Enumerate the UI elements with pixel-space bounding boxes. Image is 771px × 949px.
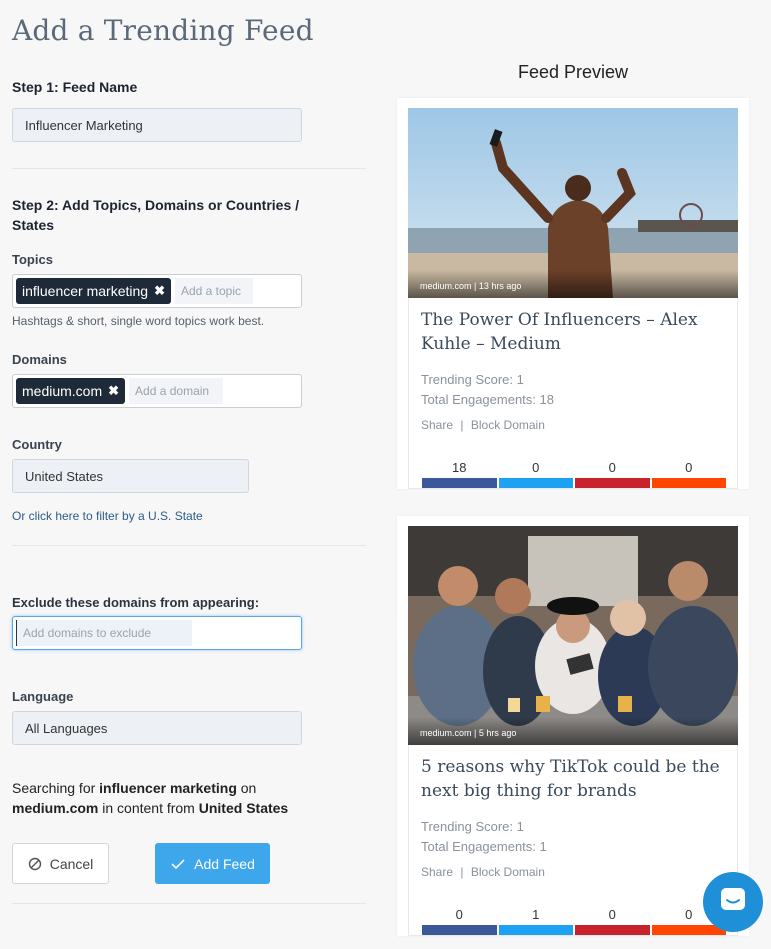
search-summary: Searching for influencer marketing on me… <box>12 778 322 818</box>
country-select[interactable]: United States <box>12 459 249 493</box>
topics-input[interactable]: influencer marketing ✖ Add a topic <box>12 274 302 308</box>
country-label: Country <box>12 437 62 452</box>
article-caption: medium.com | 13 hrs ago <box>408 270 738 298</box>
facebook-count: 18 <box>452 460 467 475</box>
domain-tag-label: medium.com <box>22 383 103 399</box>
feed-card: medium.com | 5 hrs ago 5 reasons why Tik… <box>397 516 749 936</box>
summary-country: United States <box>198 800 289 816</box>
step2-label: Step 2: Add Topics, Domains or Countries… <box>12 197 300 233</box>
facebook-stat: 18 <box>421 458 498 488</box>
article-title[interactable]: 5 reasons why TikTok could be the next b… <box>421 755 725 803</box>
close-icon[interactable]: ✖ <box>154 283 165 299</box>
summary-domain: medium.com <box>12 800 99 816</box>
pinterest-count: 0 <box>608 907 616 922</box>
separator: | <box>460 865 464 879</box>
total-engagements: Total Engagements: 1 <box>421 839 547 854</box>
article-caption: medium.com | 5 hrs ago <box>408 717 738 745</box>
pinterest-bar <box>575 925 650 935</box>
twitter-stat: 0 <box>498 458 575 488</box>
chat-icon <box>718 885 748 920</box>
topic-tag-label: influencer marketing <box>22 283 149 299</box>
feed-name-input[interactable]: Influencer Marketing <box>12 108 302 142</box>
twitter-bar <box>498 478 573 488</box>
feed-preview-title: Feed Preview <box>517 62 629 82</box>
cancel-button[interactable]: Cancel <box>12 843 109 884</box>
exclude-label: Exclude these domains from appearing: <box>12 595 260 610</box>
ban-icon <box>28 857 42 871</box>
article-image[interactable]: medium.com | 5 hrs ago <box>408 526 738 745</box>
separator: | <box>460 418 464 432</box>
divider <box>12 903 366 904</box>
feed-card: medium.com | 13 hrs ago The Power Of Inf… <box>397 98 749 489</box>
card-body: The Power Of Influencers – Alex Kuhle – … <box>408 298 738 489</box>
language-select[interactable]: All Languages <box>12 711 302 745</box>
share-link[interactable]: Share <box>421 865 453 879</box>
reddit-count: 0 <box>685 460 693 475</box>
domain-placeholder[interactable]: Add a domain <box>129 378 224 404</box>
share-link[interactable]: Share <box>421 418 453 432</box>
engagement-stats: 18 0 0 0 <box>421 458 727 488</box>
summary-topic: influencer marketing <box>99 780 237 796</box>
summary-text: on <box>236 780 257 796</box>
twitter-stat: 1 <box>498 905 575 935</box>
trending-score: Trending Score: 1 <box>421 372 524 387</box>
trending-score: Trending Score: 1 <box>421 819 524 834</box>
pinterest-bar <box>575 478 650 488</box>
chat-launcher-button[interactable] <box>703 872 763 932</box>
group-photo <box>408 526 738 745</box>
pinterest-stat: 0 <box>574 905 651 935</box>
article-title[interactable]: The Power Of Influencers – Alex Kuhle – … <box>421 308 725 356</box>
language-label: Language <box>12 689 74 704</box>
card-body: 5 reasons why TikTok could be the next b… <box>408 745 738 936</box>
divider <box>12 168 366 169</box>
total-engagements: Total Engagements: 18 <box>421 392 554 407</box>
reddit-stat: 0 <box>651 458 728 488</box>
exclude-domains-input[interactable]: Add domains to exclude <box>12 616 302 650</box>
card-actions: Share | Block Domain <box>421 418 725 432</box>
domain-tag[interactable]: medium.com ✖ <box>16 378 126 404</box>
topics-hint: Hashtags & short, single word topics wor… <box>12 314 265 328</box>
domains-input[interactable]: medium.com ✖ Add a domain <box>12 374 302 408</box>
cancel-label: Cancel <box>49 855 94 872</box>
topic-placeholder[interactable]: Add a topic <box>174 278 253 304</box>
article-image[interactable]: medium.com | 13 hrs ago <box>408 108 738 298</box>
check-icon <box>170 857 186 871</box>
facebook-stat: 0 <box>421 905 498 935</box>
facebook-count: 0 <box>455 907 463 922</box>
reddit-bar <box>651 478 726 488</box>
topics-label: Topics <box>12 252 53 267</box>
summary-text: Searching for <box>12 780 100 796</box>
twitter-count: 1 <box>532 907 540 922</box>
card-actions: Share | Block Domain <box>421 865 725 879</box>
domains-label: Domains <box>12 352 67 367</box>
page-title: Add a Trending Feed <box>12 14 314 47</box>
exclude-placeholder[interactable]: Add domains to exclude <box>16 620 192 646</box>
divider <box>12 545 366 546</box>
add-feed-label: Add Feed <box>194 855 255 872</box>
twitter-count: 0 <box>532 460 540 475</box>
block-domain-link[interactable]: Block Domain <box>471 418 545 432</box>
add-feed-button[interactable]: Add Feed <box>155 843 270 884</box>
close-icon[interactable]: ✖ <box>108 383 119 399</box>
facebook-bar <box>422 478 497 488</box>
pinterest-stat: 0 <box>574 458 651 488</box>
engagement-stats: 0 1 0 0 <box>421 905 727 935</box>
step1-label: Step 1: Feed Name <box>12 79 138 95</box>
topic-tag[interactable]: influencer marketing ✖ <box>16 278 171 304</box>
state-filter-link[interactable]: Or click here to filter by a U.S. State <box>12 509 203 523</box>
pinterest-count: 0 <box>608 460 616 475</box>
block-domain-link[interactable]: Block Domain <box>471 865 545 879</box>
summary-text: in content from <box>98 800 199 816</box>
facebook-bar <box>422 925 497 935</box>
twitter-bar <box>498 925 573 935</box>
